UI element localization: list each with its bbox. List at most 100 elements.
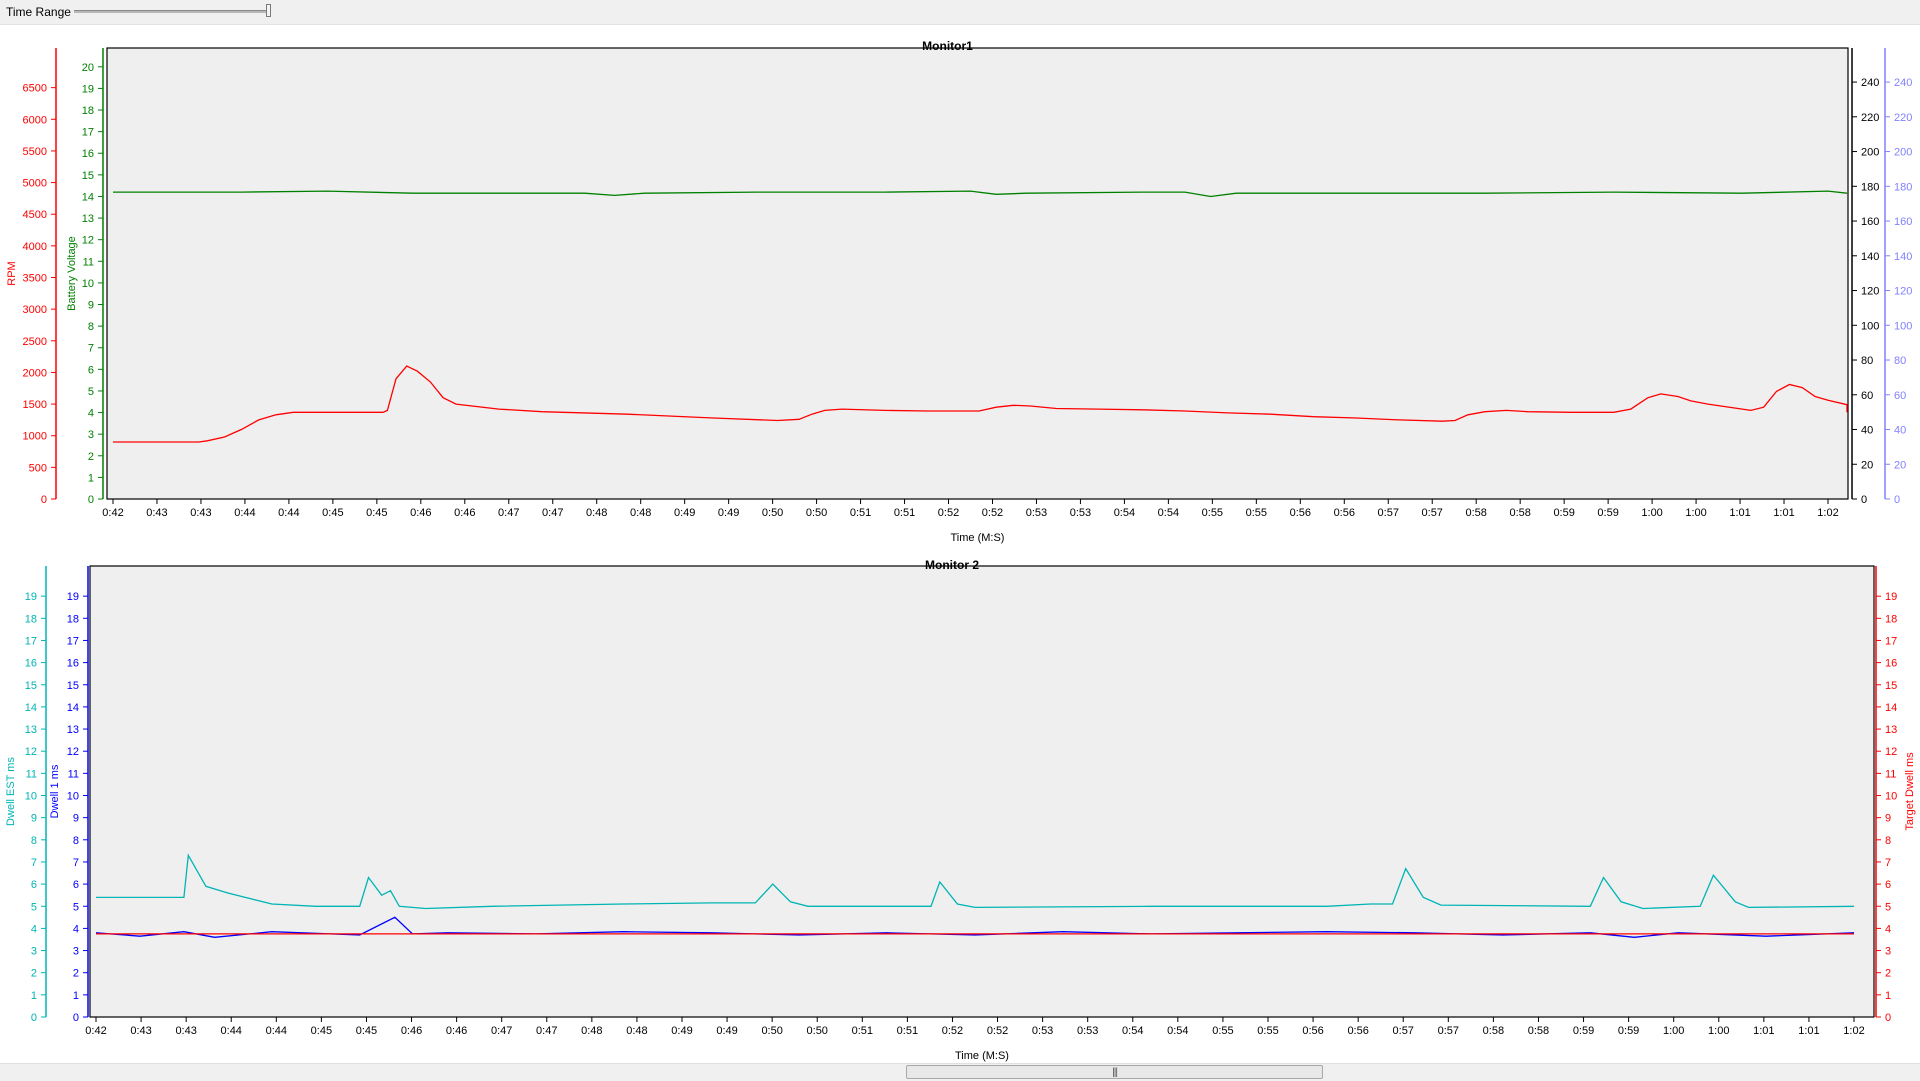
y-tick-label-r1: 80	[1861, 355, 1873, 367]
x-tick-label: 1:01	[1729, 507, 1750, 519]
y-tick-label-rpm: 4500	[23, 209, 47, 221]
x-tick-label: 0:46	[454, 507, 475, 519]
x-tick-label: 0:52	[938, 507, 959, 519]
charts: Monitor1 0:42 0:43 0:43 0:44 0:44 0:45 0:45 0:46…	[5, 39, 1916, 1062]
x-tick-label: 0:42	[85, 1025, 106, 1037]
y-tick-label-d1: 13	[67, 724, 79, 736]
grip-icon: |||	[1112, 1067, 1118, 1078]
x-tick-label: 0:51	[852, 1025, 873, 1037]
y-tick-label-est: 7	[31, 857, 37, 869]
x-tick-label: 0:51	[894, 507, 915, 519]
y-tick-label-tgt: 12	[1885, 746, 1897, 758]
y-tick-label-est: 0	[31, 1012, 37, 1024]
x-tick-label: 0:50	[762, 507, 783, 519]
x-tick-label: 0:44	[266, 1025, 287, 1037]
y-tick-label-r2: 120	[1894, 286, 1912, 298]
monitor2-chart: Monitor 2 0:42 0:43 0:43 0:44 0:44 0:45 0:45 0:4…	[5, 558, 1916, 1062]
x-tick-label: 0:54	[1122, 1025, 1143, 1037]
y-tick-label-tgt: 0	[1885, 1012, 1891, 1024]
x-axis-title: Time (M:S)	[951, 532, 1005, 544]
x-tick-label: 0:57	[1393, 1025, 1414, 1037]
y-tick-label-tgt: 1	[1885, 990, 1891, 1002]
y-tick-label-d1: 3	[73, 946, 79, 958]
x-tick-label: 0:43	[190, 507, 211, 519]
y-axis-title-rpm: RPM	[6, 261, 18, 285]
x-tick-label: 1:00	[1663, 1025, 1684, 1037]
y-tick-label-volt: 17	[82, 127, 94, 139]
y-tick-label-volt: 18	[82, 105, 94, 117]
y-tick-label-rpm: 3000	[23, 304, 47, 316]
y-tick-label-d1: 5	[73, 901, 79, 913]
y-tick-label-d1: 10	[67, 791, 79, 803]
x-tick-label: 0:49	[671, 1025, 692, 1037]
y-tick-label-d1: 15	[67, 680, 79, 692]
y-tick-label-est: 1	[31, 990, 37, 1002]
x-tick-label: 0:54	[1167, 1025, 1188, 1037]
y-tick-label-tgt: 6	[1885, 879, 1891, 891]
time-range-label: Time Range	[6, 5, 71, 19]
x-tick-label: 0:58	[1509, 507, 1530, 519]
y-tick-label-r2: 180	[1894, 181, 1912, 193]
y-tick-label-volt: 15	[82, 170, 94, 182]
x-tick-label: 1:01	[1798, 1025, 1819, 1037]
y-tick-label-volt: 0	[88, 494, 94, 506]
y-axis-title-est: Dwell EST ms	[5, 757, 17, 826]
x-tick-label: 0:55	[1202, 507, 1223, 519]
y-tick-label-rpm: 6000	[23, 114, 47, 126]
x-axis-title: Time (M:S)	[955, 1050, 1009, 1062]
x-tick-label: 1:02	[1843, 1025, 1864, 1037]
x-tick-label: 0:52	[942, 1025, 963, 1037]
x-tick-label: 0:50	[807, 1025, 828, 1037]
y-tick-label-d1: 18	[67, 613, 79, 625]
y-tick-label-tgt: 5	[1885, 901, 1891, 913]
x-tick-label: 0:47	[491, 1025, 512, 1037]
y-tick-label-volt: 7	[88, 343, 94, 355]
x-tick-label: 0:57	[1422, 507, 1443, 519]
x-tick-label: 1:00	[1641, 507, 1662, 519]
y-tick-label-est: 9	[31, 813, 37, 825]
x-tick-label: 0:59	[1553, 507, 1574, 519]
y-tick-label-est: 13	[25, 724, 37, 736]
plot-area	[89, 565, 1875, 1018]
y-tick-label-d1: 9	[73, 813, 79, 825]
y-tick-label-r2: 160	[1894, 216, 1912, 228]
y-tick-label-tgt: 18	[1885, 613, 1897, 625]
y-tick-label-rpm: 3500	[23, 273, 47, 285]
scrollbar-thumb[interactable]: |||	[906, 1065, 1323, 1079]
x-tick-label: 0:45	[311, 1025, 332, 1037]
y-tick-label-r1: 60	[1861, 390, 1873, 402]
y-tick-label-volt: 1	[88, 472, 94, 484]
y-tick-label-volt: 8	[88, 321, 94, 333]
x-tick-label: 0:54	[1114, 507, 1135, 519]
x-tick-label: 0:45	[366, 507, 387, 519]
y-tick-label-volt: 2	[88, 451, 94, 463]
x-tick-label: 0:44	[234, 507, 255, 519]
y-tick-label-volt: 11	[83, 256, 94, 268]
y-tick-label-d1: 2	[73, 968, 79, 980]
y-tick-label-r2: 200	[1894, 147, 1912, 159]
y-tick-label-tgt: 15	[1885, 680, 1897, 692]
y-tick-label-tgt: 17	[1885, 635, 1897, 647]
time-range-slider-thumb[interactable]	[266, 4, 271, 17]
y-tick-label-r1: 160	[1861, 216, 1879, 228]
y-tick-label-volt: 10	[82, 278, 94, 290]
y-tick-label-volt: 19	[82, 83, 94, 95]
y-tick-label-tgt: 2	[1885, 968, 1891, 980]
y-tick-label-r1: 40	[1861, 425, 1873, 437]
time-range-slider[interactable]	[74, 10, 270, 13]
y-tick-label-tgt: 14	[1885, 702, 1897, 714]
plot-area	[106, 47, 1849, 500]
x-tick-label: 0:48	[581, 1025, 602, 1037]
y-tick-label-r1: 220	[1861, 112, 1879, 124]
y-tick-label-d1: 12	[67, 746, 79, 758]
y-tick-label-rpm: 500	[29, 462, 47, 474]
x-tick-label: 1:02	[1817, 507, 1838, 519]
y-tick-label-rpm: 5000	[23, 178, 47, 190]
x-tick-label: 0:57	[1378, 507, 1399, 519]
x-tick-label: 0:55	[1246, 507, 1267, 519]
horizontal-scrollbar[interactable]: |||	[0, 1063, 1920, 1081]
y-tick-label-tgt: 4	[1885, 923, 1891, 935]
y-tick-label-tgt: 3	[1885, 946, 1891, 958]
y-tick-label-rpm: 1000	[23, 431, 47, 443]
x-tick-label: 0:46	[410, 507, 431, 519]
